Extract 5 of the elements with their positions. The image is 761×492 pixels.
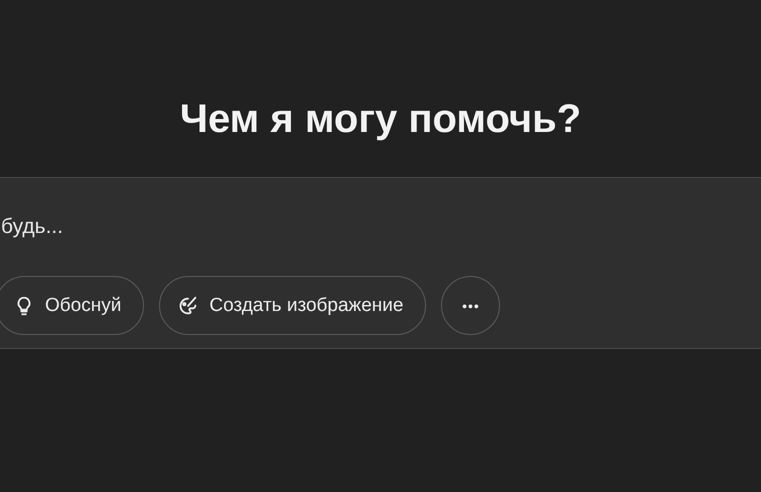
create-image-button[interactable]: Создать изображение bbox=[159, 276, 426, 335]
message-input[interactable]: будь... bbox=[1, 212, 401, 242]
reason-button[interactable]: Обоснуй bbox=[0, 276, 144, 335]
page-heading: Чем я могу помочь? bbox=[178, 96, 582, 143]
more-button[interactable]: ••• bbox=[441, 276, 500, 335]
